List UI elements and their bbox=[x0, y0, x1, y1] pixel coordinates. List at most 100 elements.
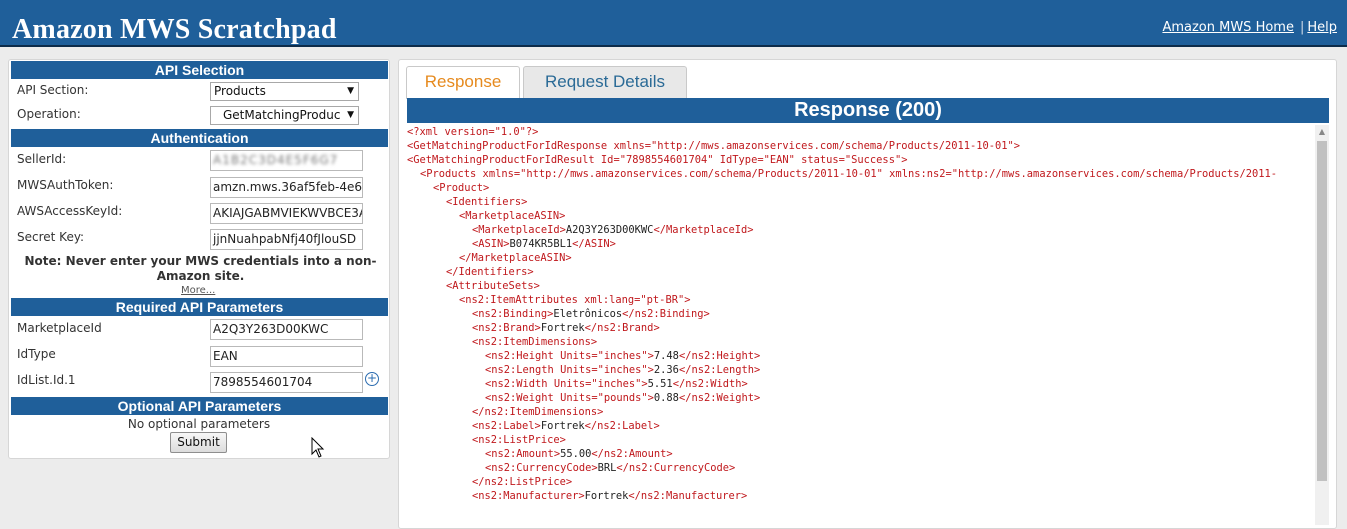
marketplace-id-label: MarketplaceId bbox=[17, 321, 102, 335]
xml-close-tag: </ns2:Width> bbox=[672, 378, 748, 390]
xml-open-tag: <ns2:ItemAttributes xml:lang="pt-BR"> bbox=[459, 294, 691, 306]
xml-open-tag: <ns2:CurrencyCode> bbox=[485, 462, 598, 474]
xml-line: </ns2:ItemDimensions> bbox=[407, 405, 1313, 419]
xml-text-value: Fortrek bbox=[540, 420, 585, 432]
xml-close-tag: </ns2:Length> bbox=[678, 364, 761, 376]
xml-close-tag: </MarketplaceId> bbox=[653, 224, 754, 236]
xml-line: </Identifiers> bbox=[407, 265, 1313, 279]
submit-button[interactable]: Submit bbox=[170, 432, 227, 453]
scrollbar-thumb[interactable] bbox=[1317, 141, 1327, 481]
app-title: Amazon MWS Scratchpad bbox=[12, 14, 337, 45]
xml-response-viewer[interactable]: <?xml version="1.0"?> <GetMatchingProduct… bbox=[407, 125, 1313, 525]
response-panel: Response Request Details Response (200) … bbox=[398, 59, 1337, 529]
xml-close-tag: </ns2:Label> bbox=[584, 420, 660, 432]
marketplace-id-field[interactable]: A2Q3Y263D00KWC bbox=[210, 319, 363, 340]
xml-text-value: Fortrek bbox=[540, 322, 585, 334]
seller-id-label: SellerId: bbox=[17, 152, 67, 166]
xml-close-tag: </ns2:Manufacturer> bbox=[628, 490, 748, 502]
api-section-select[interactable]: Products ▼ bbox=[210, 82, 359, 101]
request-form-panel: API Selection API Section: Products ▼ Ope… bbox=[8, 59, 390, 459]
tab-response[interactable]: Response bbox=[406, 66, 520, 99]
no-optional-params-text: No optional parameters bbox=[127, 417, 271, 431]
aws-access-key-label: AWSAccessKeyId: bbox=[17, 204, 123, 218]
idlist-field[interactable]: 7898554601704 bbox=[210, 372, 363, 393]
xml-line: </ns2:ListPrice> bbox=[407, 475, 1313, 489]
xml-close-tag: </ns2:Weight> bbox=[678, 392, 761, 404]
xml-line: <ns2:Label>Fortrek</ns2:Label> bbox=[407, 419, 1313, 433]
aws-access-key-field[interactable]: AKIAJGABMVIEKWVBCE3A bbox=[210, 203, 363, 224]
xml-text-value: 7.48 bbox=[653, 350, 679, 362]
optional-params-header: Optional API Parameters bbox=[11, 397, 388, 415]
xml-line: <ns2:Binding>Eletrônicos</ns2:Binding> bbox=[407, 307, 1313, 321]
xml-close-tag: </ns2:Brand> bbox=[584, 322, 660, 334]
operation-select[interactable]: GetMatchingProductForId ▼ bbox=[210, 106, 359, 125]
scroll-up-arrow-icon[interactable]: ▲ bbox=[1315, 125, 1329, 139]
xml-line: <ns2:Brand>Fortrek</ns2:Brand> bbox=[407, 321, 1313, 335]
xml-text-value: A2Q3Y263D00KWC bbox=[565, 224, 654, 236]
xml-line: <ns2:Amount>55.00</ns2:Amount> bbox=[407, 447, 1313, 461]
xml-line: <?xml version="1.0"?> bbox=[407, 125, 1313, 139]
mws-auth-token-label: MWSAuthToken: bbox=[17, 178, 114, 192]
more-link[interactable]: More... bbox=[181, 285, 215, 296]
mouse-cursor-icon bbox=[311, 437, 325, 458]
response-status-title: Response (200) bbox=[407, 98, 1329, 123]
operation-label: Operation: bbox=[17, 107, 81, 121]
xml-text-value: Eletrônicos bbox=[553, 308, 623, 320]
xml-line: <GetMatchingProductForIdResult Id="78985… bbox=[407, 153, 1313, 167]
xml-open-tag: </MarketplaceASIN> bbox=[459, 252, 572, 264]
xml-open-tag: <ns2:Amount> bbox=[485, 448, 561, 460]
xml-open-tag: <ns2:ItemDimensions> bbox=[472, 336, 598, 348]
xml-line: <ns2:ItemAttributes xml:lang="pt-BR"> bbox=[407, 293, 1313, 307]
xml-line: <Identifiers> bbox=[407, 195, 1313, 209]
xml-close-tag: </ns2:Height> bbox=[678, 350, 761, 362]
xml-line: <ns2:Manufacturer>Fortrek</ns2:Manufactu… bbox=[407, 489, 1313, 503]
secret-key-field[interactable]: jjnNuahpabNfj40fJlouSD bbox=[210, 229, 363, 250]
xml-open-tag: <ns2:Height Units="inches"> bbox=[485, 350, 654, 362]
xml-close-tag: </ASIN> bbox=[572, 238, 616, 250]
xml-open-tag: <ns2:Label> bbox=[472, 420, 541, 432]
credentials-note: Note: Never enter your MWS credentials i… bbox=[24, 254, 377, 283]
dropdown-arrow-icon: ▼ bbox=[347, 110, 354, 120]
xml-open-tag: <ASIN> bbox=[472, 238, 510, 250]
help-link[interactable]: Help bbox=[1307, 20, 1337, 35]
xml-close-tag: </ns2:CurrencyCode> bbox=[616, 462, 736, 474]
xml-open-tag: <Product> bbox=[433, 182, 490, 194]
xml-line: <ns2:CurrencyCode>BRL</ns2:CurrencyCode> bbox=[407, 461, 1313, 475]
idlist-label: IdList.Id.1 bbox=[17, 373, 76, 387]
xml-close-tag: </ns2:Amount> bbox=[591, 448, 673, 460]
amazon-mws-home-link[interactable]: Amazon MWS Home bbox=[1162, 20, 1294, 35]
xml-open-tag: <GetMatchingProductForIdResult Id="78985… bbox=[407, 154, 908, 166]
vertical-scrollbar[interactable]: ▲ bbox=[1315, 125, 1329, 525]
xml-text-value: 5.51 bbox=[647, 378, 673, 390]
add-id-icon[interactable]: + bbox=[365, 372, 379, 386]
xml-line: <AttributeSets> bbox=[407, 279, 1313, 293]
xml-line: <ns2:Width Units="inches">5.51</ns2:Widt… bbox=[407, 377, 1313, 391]
xml-open-tag: <AttributeSets> bbox=[446, 280, 540, 292]
xml-line: <MarketplaceASIN> bbox=[407, 209, 1313, 223]
xml-line: <ns2:ListPrice> bbox=[407, 433, 1313, 447]
xml-close-tag: </ns2:Binding> bbox=[622, 308, 710, 320]
xml-line: <Product> bbox=[407, 181, 1313, 195]
xml-line: </MarketplaceASIN> bbox=[407, 251, 1313, 265]
xml-open-tag: <ns2:Length Units="inches"> bbox=[485, 364, 654, 376]
mws-auth-token-field[interactable]: amzn.mws.36af5feb-4e6a bbox=[210, 177, 363, 198]
top-links: Amazon MWS Home | Help bbox=[1162, 20, 1337, 35]
xml-open-tag: <Identifiers> bbox=[446, 196, 528, 208]
app-header: Amazon MWS Scratchpad Amazon MWS Home | He… bbox=[0, 0, 1347, 47]
required-params-header: Required API Parameters bbox=[11, 298, 388, 316]
seller-id-value: A1B2C3D4E5F6G7 bbox=[213, 153, 339, 167]
xml-open-tag: <MarketplaceId> bbox=[472, 224, 566, 236]
api-section-label: API Section: bbox=[17, 83, 89, 97]
idtype-field[interactable]: EAN bbox=[210, 346, 363, 367]
xml-open-tag: <ns2:Manufacturer> bbox=[472, 490, 585, 502]
xml-open-tag: <ns2:ListPrice> bbox=[472, 434, 566, 446]
api-selection-header: API Selection bbox=[11, 61, 388, 79]
seller-id-field[interactable]: A1B2C3D4E5F6G7 bbox=[210, 150, 363, 171]
xml-text-value: 0.88 bbox=[653, 392, 679, 404]
xml-text-value: B074KR5BL1 bbox=[509, 238, 573, 250]
xml-open-tag: </ns2:ItemDimensions> bbox=[472, 406, 604, 418]
xml-text-value: Fortrek bbox=[584, 490, 629, 502]
xml-open-tag: <Products xmlns="http://mws.amazonservic… bbox=[420, 168, 1278, 180]
xml-open-tag: <ns2:Brand> bbox=[472, 322, 541, 334]
tab-request-details[interactable]: Request Details bbox=[523, 66, 687, 98]
